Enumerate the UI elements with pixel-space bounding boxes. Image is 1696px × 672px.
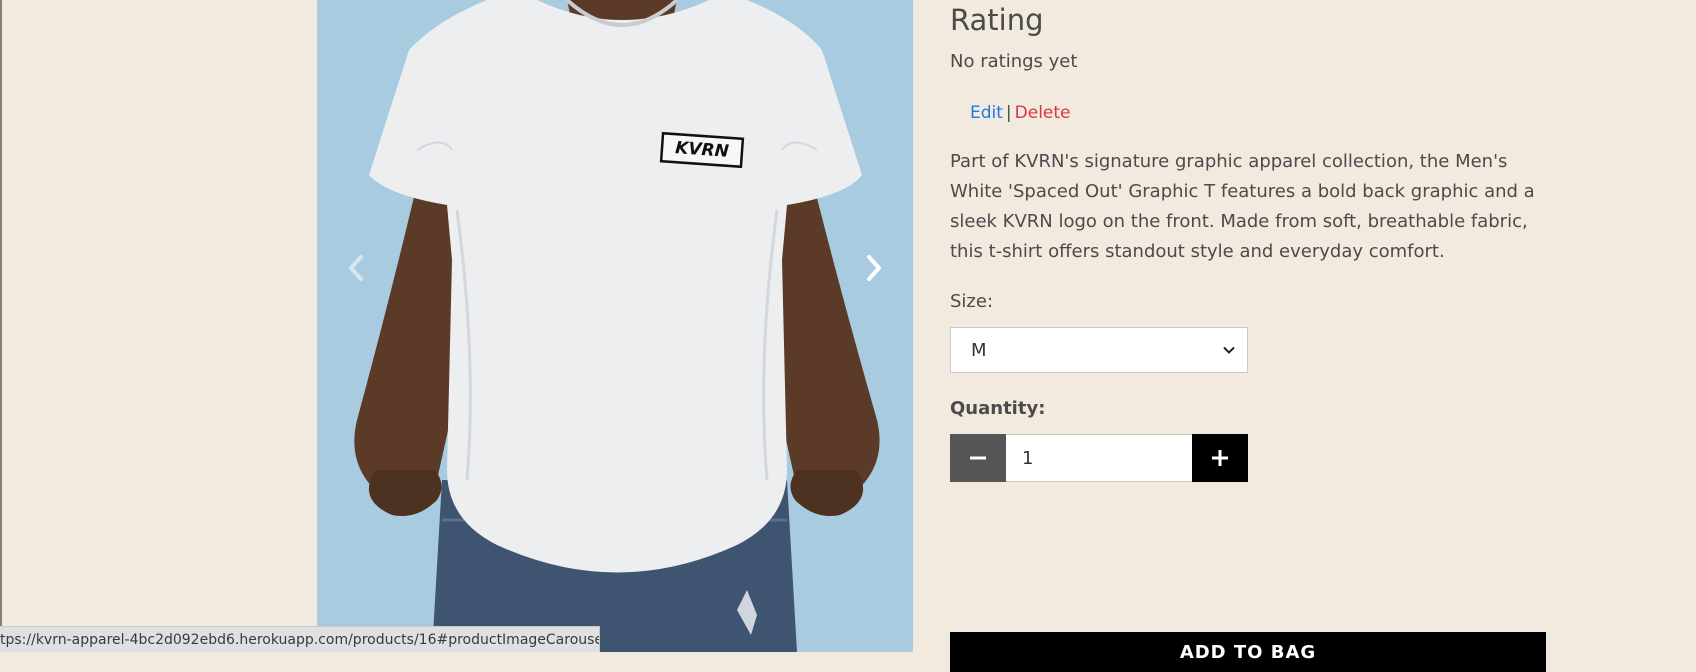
browser-status-bar: tps://kvrn-apparel-4bc2d092ebd6.herokuap…	[0, 626, 600, 652]
admin-link-separator: |	[1005, 103, 1012, 123]
quantity-input[interactable]: 1	[1006, 434, 1192, 482]
quantity-label: Quantity:	[950, 398, 1046, 419]
decrement-quantity-button[interactable]	[950, 434, 1006, 482]
size-select[interactable]: M	[950, 327, 1248, 373]
rating-status: No ratings yet	[950, 51, 1078, 72]
edit-product-link[interactable]: Edit	[970, 103, 1003, 123]
size-selected-value: M	[971, 339, 987, 361]
admin-links: Edit | Delete	[970, 99, 1071, 127]
carousel-prev-button[interactable]	[341, 248, 371, 288]
delete-product-link[interactable]: Delete	[1015, 103, 1071, 123]
size-label: Size:	[950, 291, 994, 312]
minus-icon	[970, 456, 986, 460]
rating-heading: Rating	[950, 3, 1044, 37]
shirt-logo: KVRN	[674, 138, 730, 162]
page-left-border	[0, 0, 2, 652]
chevron-left-icon	[349, 255, 363, 281]
product-image	[317, 0, 913, 652]
carousel-next-button[interactable]	[859, 248, 889, 288]
product-image-carousel[interactable]: KVRN	[317, 0, 913, 652]
increment-quantity-button[interactable]	[1192, 434, 1248, 482]
quantity-stepper: 1	[950, 434, 1248, 482]
chevron-down-icon	[1223, 346, 1235, 354]
plus-icon	[1212, 450, 1228, 466]
add-to-bag-button[interactable]: ADD TO BAG	[950, 632, 1546, 672]
chevron-right-icon	[867, 255, 881, 281]
product-description: Part of KVRN's signature graphic apparel…	[950, 151, 1535, 262]
